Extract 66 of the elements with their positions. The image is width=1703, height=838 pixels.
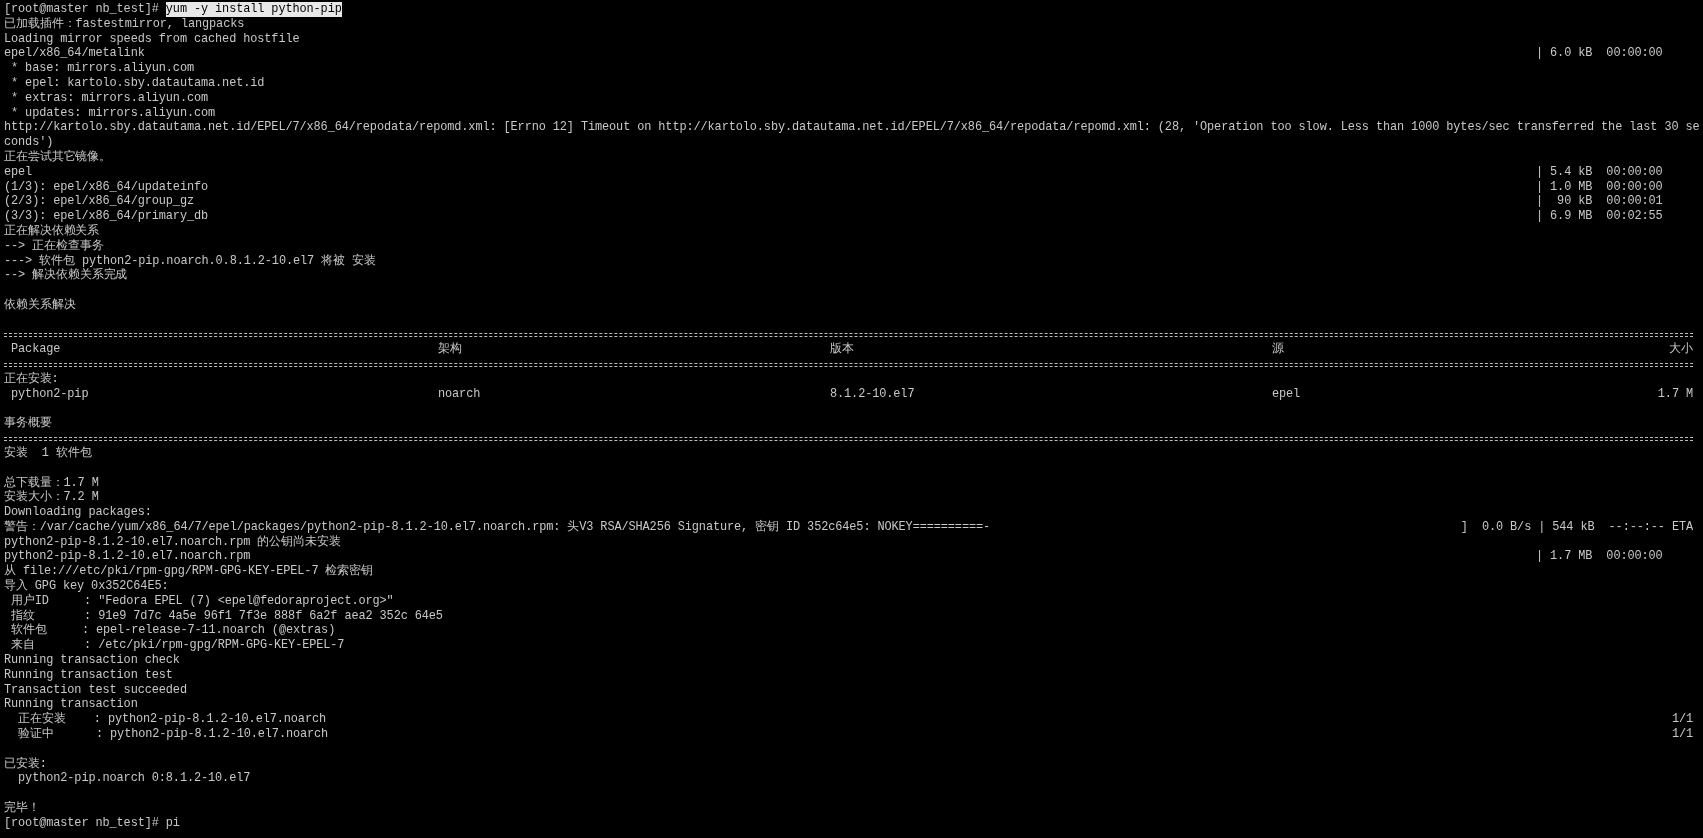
output-line: 正在安装: <box>4 371 59 387</box>
download-status: | 1.7 MB 00:00:00 <box>1536 549 1664 565</box>
output-line: 事务概要 <box>4 416 52 432</box>
table-cell-text: python2-pip <box>10 386 89 401</box>
column-header: 大小 <box>1669 342 1693 357</box>
output-line: 从 file:///etc/pki/rpm-gpg/RPM-GPG-KEY-EPEL-7 检索密钥 <box>4 564 374 579</box>
output-line: 用户ID : "Fedora EPEL (7) <epel@fedoraproject.org>" <box>10 593 394 609</box>
output-line: 软件包 : epel-release-7-11.noarch (@extras) <box>10 623 336 638</box>
output-line: 来自 : /etc/pki/rpm-gpg/RPM-GPG-KEY-EPEL-7 <box>10 638 345 654</box>
download-status: | 1.0 MB 00:00:00 <box>1536 179 1664 195</box>
output-line: http://kartolo.sby.datautama.net.id/EPEL/7/x86_64/repodata/repomd.xml: [Errno 12] Timeout on http://kartolo.sby.datautama.net.id/EPEL/7/x86_64/repodata/repomd.xml: (28, 'Operation too slow. Less than 1000 bytes/sec transferred the last 30 se <box>4 120 1700 136</box>
output-line: Running transaction check <box>4 653 180 668</box>
download-status: | 6.0 kB 00:00:00 <box>1536 46 1664 62</box>
output-line: 安装 1 软件包 <box>4 445 92 461</box>
download-status: | 5.4 kB 00:00:00 <box>1536 164 1664 180</box>
output-line: 正在解决依赖关系 <box>4 223 100 239</box>
download-status: | 6.9 MB 00:02:55 <box>1536 209 1664 224</box>
command-text: yum -y install python-pip <box>165 2 342 17</box>
output-line: Transaction test succeeded <box>4 682 187 698</box>
output-line: 指纹 : 91e9 7d7c 4a5e 96f1 7f3e 888f 6a2f aea2 352c 64e5 <box>10 608 443 623</box>
download-status: | 90 kB 00:00:01 <box>1536 194 1664 210</box>
table-cell: noarch <box>438 386 481 401</box>
output-line: * updates: mirrors.aliyun.com <box>10 105 216 121</box>
prompt-text: [root@master nb_test]# <box>4 2 160 17</box>
output-line: * base: mirrors.aliyun.com <box>10 61 194 76</box>
output-line: Downloading packages: <box>4 505 152 520</box>
prompt-text: [root@master nb_test]# <box>4 815 160 831</box>
output-line: (3/3): epel/x86_64/primary_db <box>4 209 209 224</box>
output-line: 验证中 : python2-pip-8.1.2-10.el7.noarch <box>17 727 329 742</box>
output-line: * epel: kartolo.sby.datautama.net.id <box>10 76 265 91</box>
output-line: 已安装: <box>4 756 47 772</box>
output-line: Running transaction <box>4 697 138 712</box>
output-line: python2-pip-8.1.2-10.el7.noarch.rpm <box>4 549 251 564</box>
progress-status: ] 0.0 B/s | 544 kB --:--:-- ETA <box>1460 519 1693 535</box>
output-line: 正在安装 : python2-pip-8.1.2-10.el7.noarch <box>17 712 326 727</box>
output-line: 安装大小：7.2 M <box>4 490 99 506</box>
output-line: * extras: mirrors.aliyun.com <box>10 90 209 106</box>
output-line: --> 正在检查事务 <box>4 238 104 254</box>
output-line: (1/3): epel/x86_64/updateinfo <box>4 179 209 195</box>
output-line: epel <box>4 164 33 180</box>
table-cell: epel <box>1272 386 1301 401</box>
progress-status: 1/1 <box>1671 712 1693 728</box>
output-line: 完毕！ <box>4 801 40 816</box>
output-line: conds') <box>4 135 54 150</box>
output-line: Loading mirror speeds from cached hostfile <box>4 31 300 47</box>
output-line: 导入 GPG key 0x352C64E5: <box>4 579 169 594</box>
output-line: python2-pip-8.1.2-10.el7.noarch.rpm 的公钥尚未安装 <box>4 534 341 550</box>
output-line: (2/3): epel/x86_64/group_gz <box>4 194 194 210</box>
output-line: 已加载插件：fastestmirror, langpacks <box>4 16 245 32</box>
progress-status: 1/1 <box>1671 727 1693 742</box>
output-line: 总下载量：1.7 M <box>4 475 99 490</box>
table-cell: 8.1.2-10.el7 <box>830 386 915 401</box>
output-line: python2-pip.noarch 0:8.1.2-10.el7 <box>17 771 251 787</box>
output-line: --> 解决依赖关系完成 <box>4 268 128 284</box>
column-header: Package <box>10 342 61 357</box>
column-header: 源 <box>1272 342 1284 357</box>
output-line: ---> 软件包 python2-pip.noarch.0.8.1.2-10.el7 将被 安装 <box>4 253 376 268</box>
table-cell: 1.7 M <box>1657 386 1693 401</box>
command-text: pi <box>165 815 180 831</box>
column-header: 版本 <box>830 342 854 357</box>
column-header: 架构 <box>438 342 462 357</box>
output-line: 警告：/var/cache/yum/x86_64/7/epel/packages/python2-pip-8.1.2-10.el7.noarch.rpm: 头V3 RSA/SHA256 Signature, 密钥 ID 352c64e5: NOKEY==========- <box>4 519 991 535</box>
output-line: 正在尝试其它镜像。 <box>4 149 112 165</box>
output-line: 依赖关系解决 <box>4 297 76 313</box>
output-line: epel/x86_64/metalink <box>4 46 145 62</box>
output-line: Running transaction test <box>4 667 173 683</box>
